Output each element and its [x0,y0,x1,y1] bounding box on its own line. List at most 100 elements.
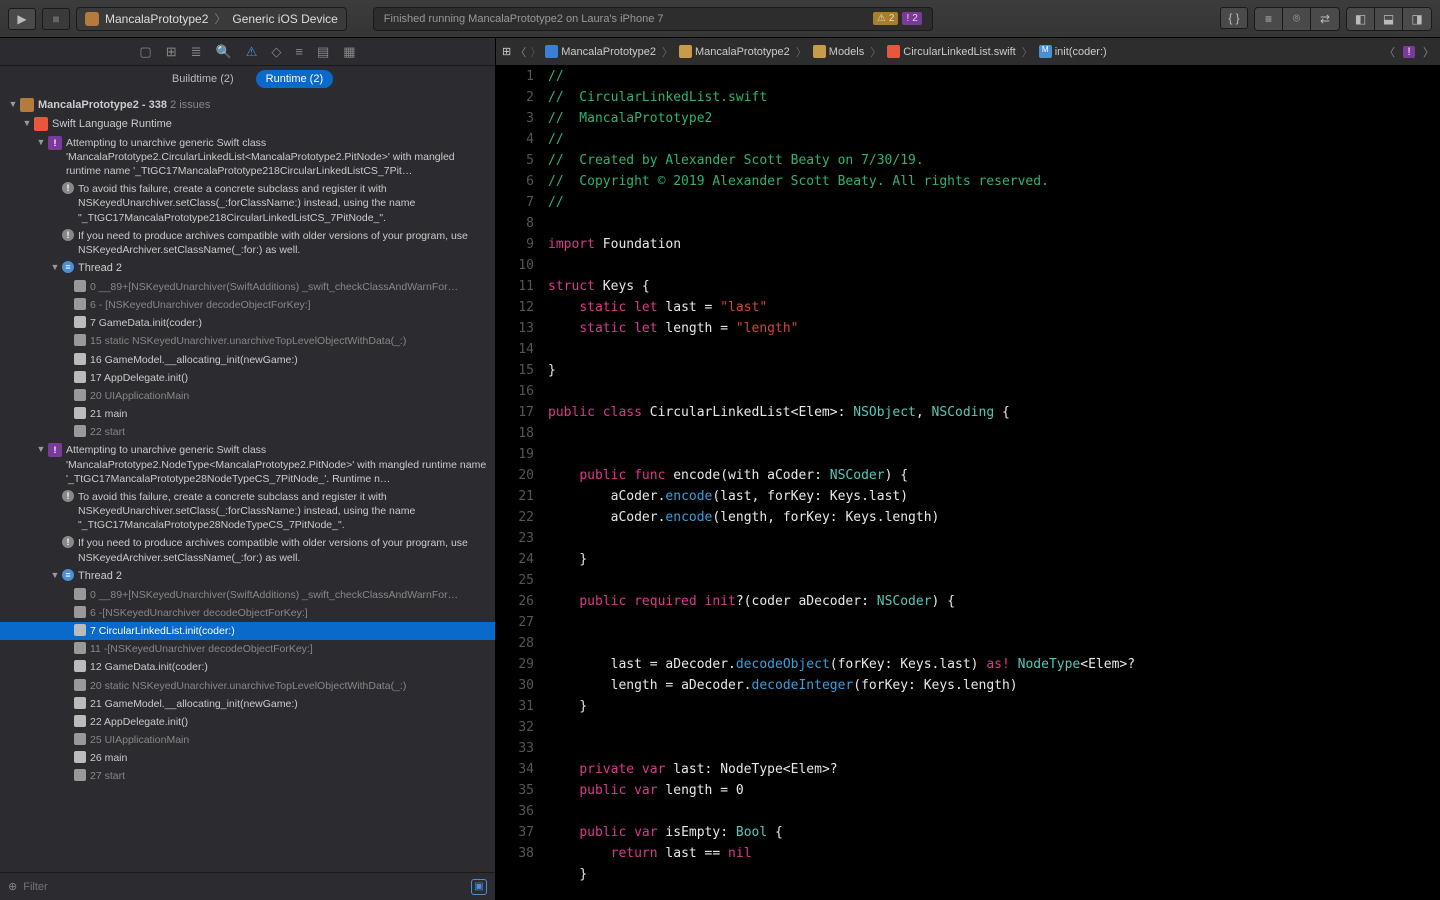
issue-row[interactable]: ▼ ! Attempting to unarchive generic Swif… [0,134,495,181]
standard-editor-button[interactable]: ≡ [1255,8,1283,30]
breakpoint-icon[interactable]: ▤ [317,44,329,60]
status-bar: Finished running MancalaPrototype2 on La… [373,7,933,31]
issue-navigator-icon[interactable]: ⚠ [246,44,258,60]
report-icon[interactable]: ▦ [343,44,355,60]
error-badge[interactable]: ! 2 [902,12,921,25]
warning-badge[interactable]: ⚠ 2 [873,12,899,25]
next-issue-button[interactable]: 〉 [1423,44,1434,60]
issue-tabs: Buildtime (2) Runtime (2) [0,66,495,92]
scope-button[interactable]: ▣ [471,879,487,895]
assistant-editor-button[interactable]: ⌾ [1283,8,1311,30]
forward-button[interactable]: 〉 [530,44,541,60]
framework-frame-icon [74,389,86,401]
stack-frame-row[interactable]: 7 GameData.init(coder:) [0,314,495,332]
app-icon [85,12,99,26]
framework-frame-icon [74,679,86,691]
user-frame-icon [74,697,86,709]
issue-indicator-icon[interactable]: ! [1403,46,1415,58]
jump-bar[interactable]: ⊞ 〈 〉 MancalaPrototype2 〉 MancalaPrototy… [496,38,1440,66]
stack-frame-row[interactable]: 22 AppDelegate.init() [0,713,495,731]
source-control-icon[interactable]: ⊞ [166,44,177,60]
hint-row[interactable]: ! To avoid this failure, create a concre… [0,488,495,535]
method-icon: M [1039,45,1052,58]
stack-frame-row[interactable]: 6 -[NSKeyedUnarchiver decodeObjectForKey… [0,604,495,622]
status-text: Finished running MancalaPrototype2 on La… [384,13,664,25]
version-editor-button[interactable]: ⇄ [1311,8,1339,30]
stack-frame-row[interactable]: 0 __89+[NSKeyedUnarchiver(SwiftAdditions… [0,278,495,296]
hint-row[interactable]: ! If you need to produce archives compat… [0,534,495,566]
navigator-sidebar: ▢ ⊞ ≣ 🔍 ⚠ ◇ ≡ ▤ ▦ Buildtime (2) Runtime … [0,38,496,900]
thread-icon: ≡ [62,261,74,273]
issue-tree[interactable]: ▼ MancalaPrototype2 - 338 2 issues ▼ Swi… [0,92,495,872]
symbol-icon[interactable]: ≣ [191,44,202,60]
stack-frame-row[interactable]: 26 main [0,749,495,767]
find-icon[interactable]: 🔍 [216,44,232,60]
run-button[interactable]: ▶ [8,8,36,30]
back-button[interactable]: 〈 [515,44,526,60]
user-frame-icon [74,407,86,419]
info-icon: ! [62,536,74,548]
stack-frame-row[interactable]: 25 UIApplicationMain [0,731,495,749]
chevron-right-icon: 〉 [214,10,226,27]
framework-frame-icon [74,642,86,654]
user-frame-icon [74,371,86,383]
stack-frame-row[interactable]: 17 AppDelegate.init() [0,369,495,387]
stop-button[interactable]: ■ [42,8,70,30]
framework-frame-icon [74,280,86,292]
hint-row[interactable]: ! To avoid this failure, create a concre… [0,180,495,227]
user-frame-icon [74,624,86,636]
hint-row[interactable]: ! If you need to produce archives compat… [0,227,495,259]
user-frame-icon [74,353,86,365]
debug-icon[interactable]: ≡ [295,44,303,59]
issue-row[interactable]: ▼ ! Attempting to unarchive generic Swif… [0,441,495,488]
thread-row[interactable]: ▼ ≡ Thread 2 [0,567,495,586]
scheme-selector[interactable]: MancalaPrototype2 〉 Generic iOS Device [76,7,347,31]
stack-frame-row[interactable]: 20 static NSKeyedUnarchiver.unarchiveTop… [0,677,495,695]
framework-frame-icon [74,334,86,346]
thread-icon: ≡ [62,569,74,581]
swift-file-icon [887,45,900,58]
code-editor[interactable]: 1234567891011121314151617181920212223242… [496,66,1440,900]
editor-pane: ⊞ 〈 〉 MancalaPrototype2 〉 MancalaPrototy… [496,38,1440,900]
framework-frame-icon [74,733,86,745]
toolbar: ▶ ■ MancalaPrototype2 〉 Generic iOS Devi… [0,0,1440,38]
filter-input[interactable] [23,881,465,893]
stack-frame-row[interactable]: 21 GameModel.__allocating_init(newGame:) [0,695,495,713]
stack-frame-row[interactable]: 20 UIApplicationMain [0,387,495,405]
related-items-icon[interactable]: ⊞ [502,45,511,58]
stack-frame-row[interactable]: 12 GameData.init(coder:) [0,658,495,676]
filter-bar: ⊕ ▣ [0,872,495,900]
scheme-app: MancalaPrototype2 [105,12,208,26]
scheme-device: Generic iOS Device [232,12,337,26]
stack-frame-row[interactable]: 0 __89+[NSKeyedUnarchiver(SwiftAdditions… [0,586,495,604]
stack-frame-row[interactable]: 7 CircularLinkedList.init(coder:) [0,622,495,640]
right-panel-toggle[interactable]: ◨ [1403,8,1431,30]
project-icon [545,45,558,58]
stack-frame-row[interactable]: 22 start [0,423,495,441]
bottom-panel-toggle[interactable]: ⬓ [1375,8,1403,30]
framework-frame-icon [74,769,86,781]
source-text[interactable]: //// CircularLinkedList.swift// MancalaP… [544,66,1440,900]
folder-icon [813,45,826,58]
user-frame-icon [74,316,86,328]
stack-frame-row[interactable]: 11 -[NSKeyedUnarchiver decodeObjectForKe… [0,640,495,658]
stack-frame-row[interactable]: 27 start [0,767,495,785]
code-snippet-button[interactable]: { } [1220,7,1248,29]
stack-frame-row[interactable]: 6 - [NSKeyedUnarchiver decodeObjectForKe… [0,296,495,314]
stack-frame-row[interactable]: 15 static NSKeyedUnarchiver.unarchiveTop… [0,332,495,350]
thread-row[interactable]: ▼ ≡ Thread 2 [0,259,495,278]
framework-frame-icon [74,606,86,618]
folder-icon[interactable]: ▢ [139,44,151,60]
prev-issue-button[interactable]: 〈 [1384,44,1395,60]
line-gutter: 1234567891011121314151617181920212223242… [496,66,544,900]
tab-runtime[interactable]: Runtime (2) [256,70,333,88]
framework-frame-icon [74,298,86,310]
runtime-group-row[interactable]: ▼ Swift Language Runtime [0,115,495,134]
swift-icon [34,117,48,131]
project-row[interactable]: ▼ MancalaPrototype2 - 338 2 issues [0,96,495,115]
stack-frame-row[interactable]: 21 main [0,405,495,423]
tab-buildtime[interactable]: Buildtime (2) [162,70,244,88]
stack-frame-row[interactable]: 16 GameModel.__allocating_init(newGame:) [0,351,495,369]
test-icon[interactable]: ◇ [271,44,281,60]
left-panel-toggle[interactable]: ◧ [1347,8,1375,30]
